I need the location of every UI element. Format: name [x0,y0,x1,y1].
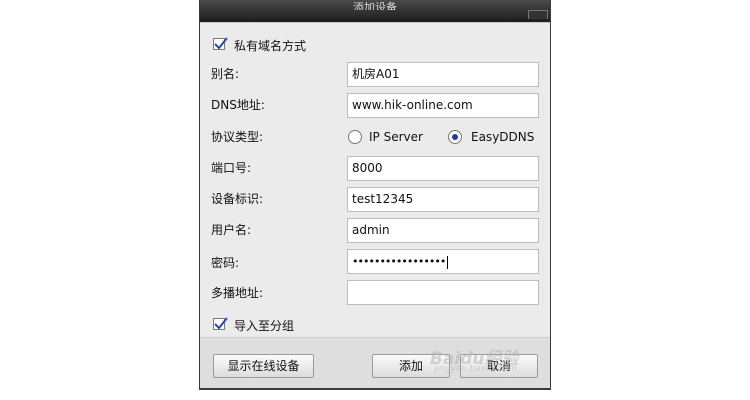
password-label: 密码: [211,256,240,270]
divider [200,22,550,23]
port-label: 端口号: [211,161,252,175]
password-input[interactable]: ••••••••••••••••• [347,249,539,274]
dns-address-input[interactable]: www.hik-online.com [347,93,539,118]
dialog-title: 添加设备 [353,1,397,10]
dns-address-label: DNS地址: [211,98,265,112]
device-id-input[interactable]: test12345 [347,187,539,212]
radio-easyddns[interactable] [448,130,462,144]
password-mask: ••••••••••••••••• [352,255,446,268]
private-domain-checkbox[interactable] [213,37,228,50]
text-cursor [447,255,449,269]
add-device-dialog: 添加设备 私有域名方式 别名: 机房A01 DNS地址: www.hik-onl… [199,0,551,390]
watermark-sub: jingyan.baidu.com [434,364,518,374]
title-bar: 添加设备 [200,0,550,22]
check-icon [214,37,228,50]
device-id-label: 设备标识: [211,192,264,206]
protocol-type-label: 协议类型: [211,130,264,144]
username-label: 用户名: [211,223,252,237]
dialog-bottom-border [200,388,550,390]
private-domain-label: 私有域名方式 [234,39,307,53]
baidu-watermark: Baidu经验 jingyan.baidu.com [430,334,530,378]
alias-input[interactable]: 机房A01 [347,62,539,87]
close-button[interactable] [528,10,548,19]
import-group-checkbox[interactable] [213,317,228,330]
username-input[interactable]: admin [347,218,539,243]
alias-label: 别名: [211,67,240,81]
check-icon [214,317,228,330]
radio-ip-server-label: IP Server [369,130,423,144]
multicast-address-input[interactable] [347,280,539,305]
radio-selected-dot [452,134,458,140]
radio-easyddns-label: EasyDDNS [471,130,535,144]
port-input[interactable]: 8000 [347,156,539,181]
show-online-devices-button[interactable]: 显示在线设备 [213,354,314,378]
multicast-address-label: 多播地址: [211,286,264,300]
import-group-label: 导入至分组 [234,319,295,333]
radio-ip-server[interactable] [348,130,362,144]
